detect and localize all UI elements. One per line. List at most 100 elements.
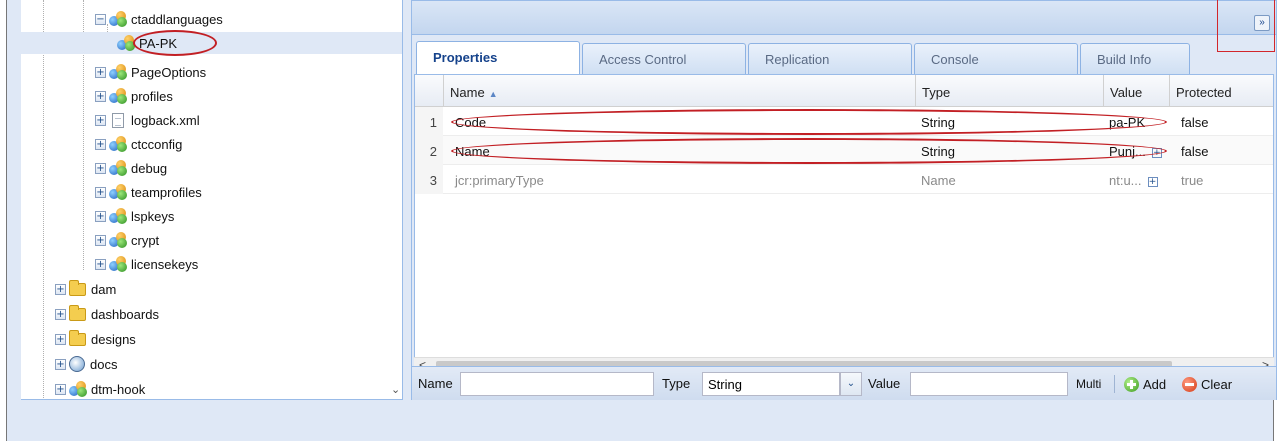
cell-value[interactable]: Punj... + — [1103, 136, 1175, 165]
collapse-icon[interactable]: − — [95, 13, 106, 25]
file-icon — [112, 112, 124, 128]
type-label: Type — [662, 376, 691, 391]
node-icon — [109, 208, 127, 224]
table-row[interactable]: 2 Name String Punj... + false — [415, 136, 1273, 165]
add-button[interactable]: Add — [1124, 374, 1166, 394]
expand-icon[interactable]: + — [95, 66, 106, 78]
tree-item-label: dam — [91, 281, 117, 297]
tab-access-control[interactable]: Access Control — [582, 43, 746, 74]
tree-item-docs[interactable]: + docs — [55, 353, 117, 375]
type-select[interactable] — [702, 372, 840, 396]
property-editor-toolbar: Name Type ⌄ Value Multi Add Clear — [412, 366, 1276, 400]
row-number: 2 — [415, 136, 443, 165]
cell-value[interactable]: pa-PK — [1103, 107, 1169, 136]
sort-ascending-icon: ▲ — [488, 89, 498, 99]
tab-strip: Properties Access Control Replication Co… — [412, 41, 1276, 75]
column-header-protected[interactable]: Protected — [1169, 75, 1273, 107]
tree-item-pageoptions[interactable]: + PageOptions — [95, 61, 206, 83]
cell-type[interactable]: String — [915, 136, 1103, 165]
tree-item-label: licensekeys — [131, 256, 199, 272]
tree-item-crypt[interactable]: + crypt — [95, 229, 159, 251]
column-header-name[interactable]: Name ▲ — [443, 75, 915, 107]
tab-console[interactable]: Console — [914, 43, 1078, 74]
expand-icon[interactable]: + — [55, 383, 66, 395]
cell-protected[interactable]: false — [1175, 136, 1273, 165]
name-input[interactable] — [460, 372, 654, 396]
tab-replication[interactable]: Replication — [748, 43, 912, 74]
table-row[interactable]: 1 Code String pa-PK false — [415, 107, 1273, 136]
table-row[interactable]: 3 jcr:primaryType Name nt:u... + true — [415, 165, 1273, 194]
expand-value-icon[interactable]: + — [1151, 147, 1162, 158]
tree-item-label: dashboards — [91, 306, 159, 322]
tree-item-teamprofiles[interactable]: + teamprofiles — [95, 181, 202, 203]
cell-value-text: Punj... — [1109, 144, 1146, 159]
cell-value-text: pa-PK — [1109, 115, 1146, 130]
multi-toggle[interactable]: Multi — [1076, 374, 1101, 394]
cell-protected[interactable]: true — [1175, 165, 1273, 194]
cell-value[interactable]: nt:u... + — [1103, 165, 1175, 194]
properties-panel: » Properties Access Control Replication … — [411, 0, 1277, 400]
scroll-down-icon[interactable]: ⌄ — [391, 383, 400, 396]
node-icon — [109, 184, 127, 200]
node-icon — [109, 256, 127, 272]
cell-type[interactable]: Name — [915, 165, 1103, 194]
tree-item-label: PageOptions — [131, 64, 207, 80]
column-label: Protected — [1176, 85, 1232, 100]
clear-button[interactable]: Clear — [1182, 374, 1232, 394]
node-icon — [69, 381, 87, 397]
column-header-type[interactable]: Type — [915, 75, 1103, 107]
dropdown-arrow-icon[interactable]: ⌄ — [840, 372, 862, 396]
cell-type[interactable]: String — [915, 107, 1103, 136]
tree-item-designs[interactable]: + designs — [55, 328, 136, 350]
cell-name[interactable]: jcr:primaryType — [449, 165, 915, 194]
expand-icon[interactable]: + — [95, 114, 106, 126]
expand-icon[interactable]: + — [55, 333, 66, 345]
node-icon — [109, 88, 127, 104]
column-label: Value — [1110, 85, 1143, 100]
add-label: Add — [1143, 376, 1167, 392]
tree-item-debug[interactable]: + debug — [95, 157, 167, 179]
column-header-value[interactable]: Value — [1103, 75, 1169, 107]
expand-icon[interactable]: + — [55, 308, 66, 320]
expand-value-icon[interactable]: + — [1147, 176, 1158, 187]
value-label: Value — [868, 376, 901, 391]
tree-item-label: docs — [90, 356, 118, 372]
expand-icon[interactable]: + — [95, 234, 106, 246]
tree-item-label: logback.xml — [131, 112, 200, 128]
value-input[interactable] — [910, 372, 1068, 396]
folder-icon — [69, 279, 86, 296]
tab-build-info[interactable]: Build Info — [1080, 43, 1190, 74]
tree-item-lspkeys[interactable]: + lspkeys — [95, 205, 174, 227]
cell-name[interactable]: Name — [449, 136, 915, 165]
properties-grid: Name ▲ Type Value Protected 1 Code String… — [414, 74, 1274, 366]
expand-icon[interactable]: + — [55, 283, 66, 295]
expand-icon[interactable]: + — [95, 90, 106, 102]
tab-properties[interactable]: Properties — [416, 41, 580, 75]
tree-item-dam[interactable]: + dam — [55, 278, 116, 300]
tree-item-ctaddlanguages[interactable]: − ctaddlanguages — [95, 8, 223, 30]
tree-item-ctcconfig[interactable]: + ctcconfig — [95, 133, 182, 155]
node-icon — [109, 64, 127, 80]
add-icon — [1124, 376, 1139, 392]
tree-item-label: profiles — [131, 88, 173, 104]
node-icon — [117, 35, 135, 51]
expand-icon[interactable]: + — [95, 186, 106, 198]
multi-label: Multi — [1076, 377, 1102, 391]
cell-name[interactable]: Code — [449, 107, 915, 136]
expand-icon[interactable]: + — [95, 210, 106, 222]
tree-item-pa-pk[interactable]: PA-PK — [21, 32, 402, 54]
tree-item-label: PA-PK — [139, 35, 178, 51]
cell-protected[interactable]: false — [1175, 107, 1273, 136]
tree-item-dashboards[interactable]: + dashboards — [55, 303, 159, 325]
tree-item-label: ctaddlanguages — [131, 11, 223, 27]
tree-item-profiles[interactable]: + profiles — [95, 85, 173, 107]
expand-icon[interactable]: + — [95, 258, 106, 270]
expand-icon[interactable]: + — [95, 162, 106, 174]
node-icon — [109, 160, 127, 176]
expand-icon[interactable]: » — [1254, 15, 1270, 31]
tree-item-dtm-hook[interactable]: + dtm-hook — [55, 378, 145, 399]
expand-icon[interactable]: + — [95, 138, 106, 150]
expand-icon[interactable]: + — [55, 358, 66, 370]
tree-item-logback-xml[interactable]: + logback.xml — [95, 109, 200, 131]
tree-item-licensekeys[interactable]: + licensekeys — [95, 253, 198, 275]
